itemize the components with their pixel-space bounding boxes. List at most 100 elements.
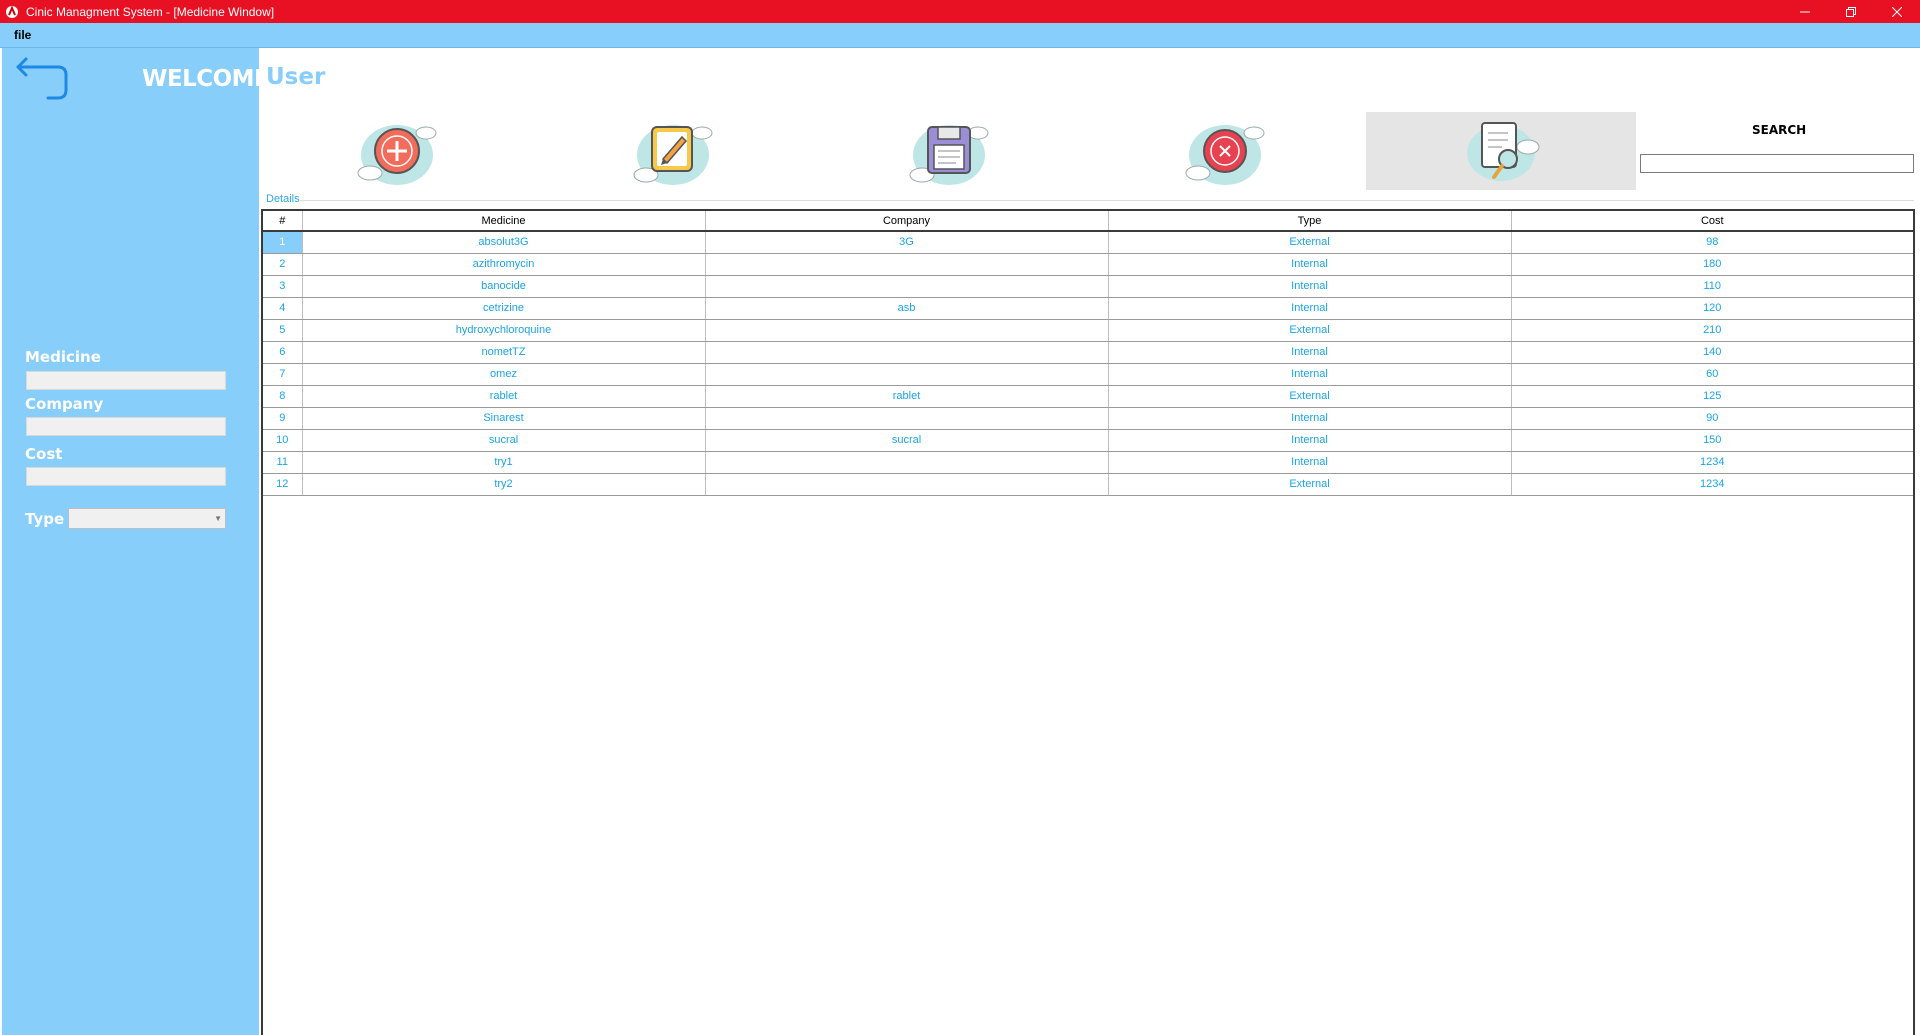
menu-file[interactable]: file bbox=[0, 28, 39, 42]
medicine-grid[interactable]: # Medicine Company Type Cost 1 absolut3G… bbox=[261, 209, 1915, 1035]
table-row[interactable]: 4 cetrizine asb Internal 120 bbox=[263, 297, 1913, 320]
save-icon bbox=[909, 125, 989, 185]
cell-company[interactable]: sucral bbox=[705, 429, 1109, 452]
cell-type[interactable]: External bbox=[1108, 473, 1512, 496]
cell-type[interactable]: Internal bbox=[1108, 363, 1512, 386]
cell-company[interactable] bbox=[705, 341, 1109, 364]
row-number: 8 bbox=[263, 385, 303, 408]
cell-cost[interactable]: 125 bbox=[1511, 385, 1913, 408]
cell-cost[interactable]: 120 bbox=[1511, 297, 1913, 320]
user-name: User bbox=[266, 64, 326, 90]
column-header-type[interactable]: Type bbox=[1108, 211, 1512, 232]
table-row[interactable]: 2 azithromycin Internal 180 bbox=[263, 253, 1913, 276]
back-arrow-icon[interactable] bbox=[14, 56, 70, 102]
cell-company[interactable] bbox=[705, 473, 1109, 496]
cell-cost[interactable]: 180 bbox=[1511, 253, 1913, 276]
menu-bar: file bbox=[0, 23, 1920, 48]
cell-company[interactable] bbox=[705, 253, 1109, 276]
table-row[interactable]: 1 absolut3G 3G External 98 bbox=[263, 231, 1913, 254]
table-row[interactable]: 11 try1 Internal 1234 bbox=[263, 451, 1913, 474]
cell-medicine[interactable]: try2 bbox=[302, 473, 706, 496]
cell-medicine[interactable]: sucral bbox=[302, 429, 706, 452]
cell-medicine[interactable]: hydroxychloroquine bbox=[302, 319, 706, 342]
type-select[interactable]: ▼ bbox=[68, 508, 226, 529]
delete-button[interactable] bbox=[1090, 112, 1360, 190]
cell-company[interactable]: asb bbox=[705, 297, 1109, 320]
minimize-button[interactable] bbox=[1782, 0, 1828, 23]
cell-company[interactable] bbox=[705, 319, 1109, 342]
cell-medicine[interactable]: try1 bbox=[302, 451, 706, 474]
cell-medicine[interactable]: azithromycin bbox=[302, 253, 706, 276]
cell-cost[interactable]: 150 bbox=[1511, 429, 1913, 452]
table-row[interactable]: 6 nometTZ Internal 140 bbox=[263, 341, 1913, 364]
cell-medicine[interactable]: nometTZ bbox=[302, 341, 706, 364]
cell-type[interactable]: Internal bbox=[1108, 429, 1512, 452]
cell-cost[interactable]: 110 bbox=[1511, 275, 1913, 298]
cell-cost[interactable]: 98 bbox=[1511, 231, 1913, 254]
table-row[interactable]: 10 sucral sucral Internal 150 bbox=[263, 429, 1913, 452]
cell-company[interactable] bbox=[705, 451, 1109, 474]
minimize-icon bbox=[1800, 11, 1810, 12]
cell-cost[interactable]: 1234 bbox=[1511, 473, 1913, 496]
restore-icon bbox=[1846, 6, 1856, 17]
table-row[interactable]: 12 try2 External 1234 bbox=[263, 473, 1913, 496]
cell-medicine[interactable]: absolut3G bbox=[302, 231, 706, 254]
cell-type[interactable]: External bbox=[1108, 319, 1512, 342]
app-icon bbox=[6, 4, 18, 18]
search-label: SEARCH bbox=[1752, 123, 1807, 137]
medicine-input[interactable] bbox=[26, 371, 226, 390]
title-bar: Cinic Managment System - [Medicine Windo… bbox=[0, 0, 1920, 23]
cell-company[interactable] bbox=[705, 275, 1109, 298]
add-button[interactable] bbox=[262, 112, 532, 190]
type-label: Type bbox=[25, 510, 65, 528]
table-row[interactable]: 7 omez Internal 60 bbox=[263, 363, 1913, 386]
details-divider bbox=[300, 200, 1914, 201]
table-row[interactable]: 9 Sinarest Internal 90 bbox=[263, 407, 1913, 430]
cell-type[interactable]: Internal bbox=[1108, 407, 1512, 430]
cell-type[interactable]: External bbox=[1108, 231, 1512, 254]
cell-type[interactable]: Internal bbox=[1108, 297, 1512, 320]
cell-medicine[interactable]: cetrizine bbox=[302, 297, 706, 320]
search-records-button[interactable] bbox=[1366, 112, 1636, 190]
cell-cost[interactable]: 60 bbox=[1511, 363, 1913, 386]
search-input[interactable] bbox=[1640, 154, 1914, 173]
cell-company[interactable]: rablet bbox=[705, 385, 1109, 408]
cell-cost[interactable]: 90 bbox=[1511, 407, 1913, 430]
cell-cost[interactable]: 210 bbox=[1511, 319, 1913, 342]
row-number: 4 bbox=[263, 297, 303, 320]
column-header-company[interactable]: Company bbox=[705, 211, 1109, 232]
cell-type[interactable]: Internal bbox=[1108, 451, 1512, 474]
cell-company[interactable]: 3G bbox=[705, 231, 1109, 254]
cell-type[interactable]: External bbox=[1108, 385, 1512, 408]
medicine-label: Medicine bbox=[25, 348, 101, 366]
edit-button[interactable] bbox=[538, 112, 808, 190]
delete-icon bbox=[1185, 125, 1265, 185]
column-header-num[interactable]: # bbox=[263, 211, 303, 232]
table-row[interactable]: 3 banocide Internal 110 bbox=[263, 275, 1913, 298]
cell-medicine[interactable]: rablet bbox=[302, 385, 706, 408]
restore-button[interactable] bbox=[1828, 0, 1874, 23]
row-number: 2 bbox=[263, 253, 303, 276]
table-row[interactable]: 5 hydroxychloroquine External 210 bbox=[263, 319, 1913, 342]
table-row[interactable]: 8 rablet rablet External 125 bbox=[263, 385, 1913, 408]
cell-company[interactable] bbox=[705, 407, 1109, 430]
cell-medicine[interactable]: banocide bbox=[302, 275, 706, 298]
cell-type[interactable]: Internal bbox=[1108, 341, 1512, 364]
cell-medicine[interactable]: Sinarest bbox=[302, 407, 706, 430]
close-icon bbox=[1892, 6, 1902, 17]
cost-input[interactable] bbox=[26, 467, 226, 486]
cell-medicine[interactable]: omez bbox=[302, 363, 706, 386]
row-number: 6 bbox=[263, 341, 303, 364]
save-button[interactable] bbox=[814, 112, 1084, 190]
cell-cost[interactable]: 1234 bbox=[1511, 451, 1913, 474]
cell-type[interactable]: Internal bbox=[1108, 253, 1512, 276]
cell-cost[interactable]: 140 bbox=[1511, 341, 1913, 364]
row-number: 11 bbox=[263, 451, 303, 474]
cell-type[interactable]: Internal bbox=[1108, 275, 1512, 298]
cell-company[interactable] bbox=[705, 363, 1109, 386]
column-header-medicine[interactable]: Medicine bbox=[302, 211, 706, 232]
company-input[interactable] bbox=[26, 417, 226, 436]
row-number: 3 bbox=[263, 275, 303, 298]
close-button[interactable] bbox=[1874, 0, 1920, 23]
column-header-cost[interactable]: Cost bbox=[1511, 211, 1913, 232]
